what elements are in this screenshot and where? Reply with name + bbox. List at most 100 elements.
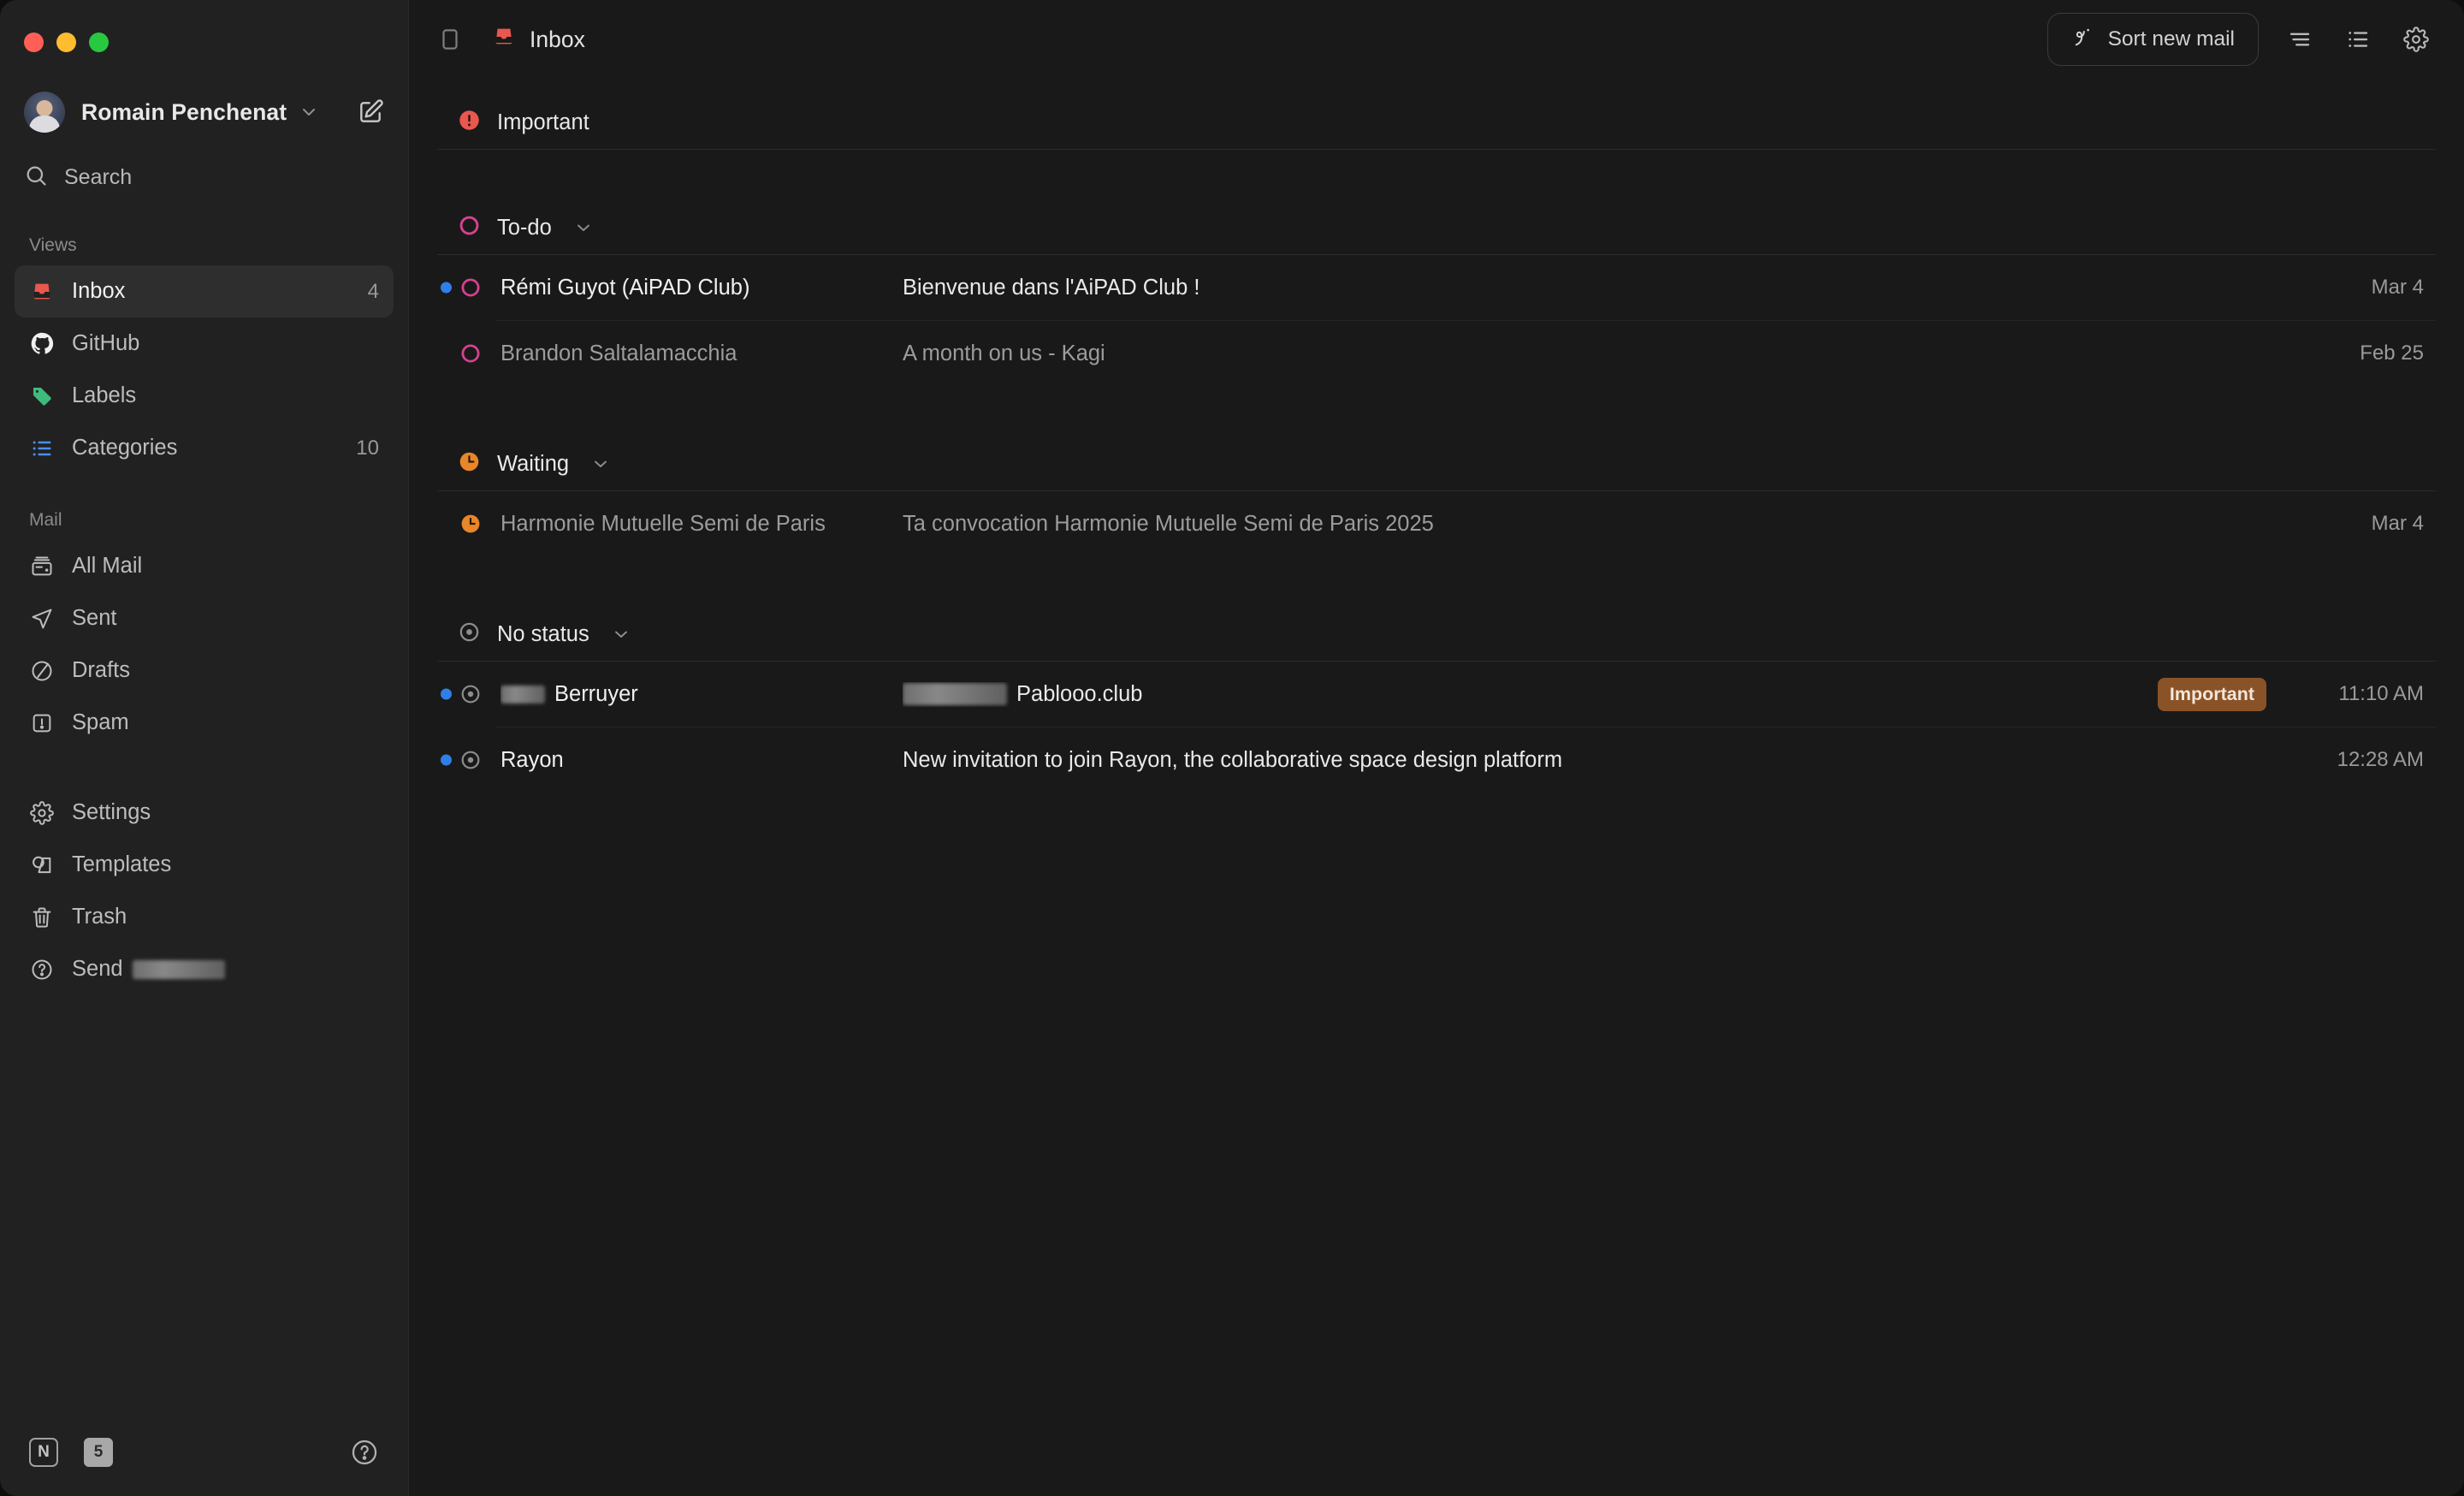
templates-icon [29, 852, 55, 878]
trash-icon [29, 905, 55, 930]
github-icon [29, 331, 55, 357]
email-sender: Berruyer [500, 682, 903, 707]
todo-circle-icon[interactable] [458, 276, 483, 299]
window-traffic-lights [0, 0, 408, 52]
group-header-todo[interactable]: To-do [437, 201, 2436, 254]
sidebar-item-spam[interactable]: Spam [15, 697, 394, 749]
group-header-waiting[interactable]: Waiting [437, 437, 2436, 490]
email-sender: Harmonie Mutuelle Semi de Paris [500, 511, 826, 536]
sidebar-footer: N 5 [0, 1438, 408, 1496]
clock-icon [458, 450, 481, 478]
compose-icon[interactable] [357, 98, 384, 126]
draft-circle-icon [29, 658, 55, 684]
chevron-down-icon[interactable] [573, 217, 594, 238]
page-title-text: Inbox [530, 26, 585, 52]
sidebar-item-templates[interactable]: Templates [15, 839, 394, 891]
sidebar-item-label: All Mail [72, 554, 143, 578]
avatar [24, 92, 65, 133]
sidebar-item-label: Send [72, 957, 225, 982]
redacted-text [132, 959, 225, 979]
group-title: No status [497, 621, 589, 646]
table-row[interactable]: Berruyer Pablooo.club Important 11:10 AM [437, 662, 2436, 727]
sidebar-item-label: Inbox [72, 279, 126, 303]
archive-icon [29, 554, 55, 579]
sidebar-item-labels[interactable]: Labels [15, 370, 394, 422]
email-subject: New invitation to join Rayon, the collab… [903, 747, 1563, 772]
target-icon[interactable] [458, 749, 483, 771]
table-row[interactable]: Harmonie Mutuelle Semi de Paris Ta convo… [437, 491, 2436, 556]
sidebar-item-label: Spam [72, 710, 129, 734]
email-sender-text: Berruyer [554, 681, 638, 706]
mail-section-label: Mail [29, 510, 62, 530]
sidebar-item-categories[interactable]: Categories 10 [15, 422, 394, 474]
sidebar-toggle-icon[interactable] [437, 27, 463, 52]
main-panel: Inbox Sort new mail Important To-do Rémi… [409, 0, 2464, 1496]
sidebar-item-drafts[interactable]: Drafts [15, 644, 394, 697]
chevron-down-icon[interactable] [590, 454, 611, 474]
group-title: To-do [497, 215, 552, 240]
table-row[interactable]: Rémi Guyot (AiPAD Club) Bienvenue dans l… [437, 255, 2436, 320]
topbar-actions: Sort new mail [2046, 13, 2433, 66]
important-circle-icon [458, 109, 481, 136]
mail-app-window: Romain Penchenat Search Views Inbox 4 Gi… [0, 0, 2464, 1496]
email-date: Mar 4 [2371, 276, 2424, 299]
sidebar-item-settings[interactable]: Settings [15, 787, 394, 839]
categories-badge: 10 [356, 436, 379, 460]
account-switcher[interactable]: Romain Penchenat [0, 88, 408, 136]
magic-wand-icon [2071, 25, 2095, 55]
sidebar-item-all-mail[interactable]: All Mail [15, 540, 394, 592]
target-icon[interactable] [458, 683, 483, 705]
count-badge[interactable]: 5 [84, 1438, 113, 1467]
email-subject-text: Pablooo.club [1016, 681, 1143, 706]
email-date: Feb 25 [2360, 341, 2424, 365]
email-sender: Rayon [500, 747, 564, 772]
unread-indicator [441, 754, 452, 766]
notion-badge[interactable]: N [29, 1438, 58, 1467]
gear-icon[interactable] [2399, 22, 2433, 56]
close-button[interactable] [24, 33, 44, 52]
help-circle-icon[interactable] [350, 1438, 379, 1467]
group-title: Waiting [497, 451, 570, 476]
sidebar-item-label: Trash [72, 905, 127, 929]
table-row[interactable]: Brandon Saltalamacchia A month on us - K… [437, 321, 2436, 386]
page-title: Inbox [492, 25, 585, 55]
sidebar-item-label: Settings [72, 800, 151, 824]
search-icon [24, 163, 48, 192]
gear-icon [29, 800, 55, 826]
sidebar-item-trash[interactable]: Trash [15, 891, 394, 943]
inbox-badge: 4 [367, 279, 379, 303]
redacted-text [903, 683, 1007, 705]
email-date: 12:28 AM [2337, 748, 2424, 771]
group-header-no-status[interactable]: No status [437, 608, 2436, 661]
sidebar-item-github[interactable]: GitHub [15, 318, 394, 370]
spam-icon [29, 710, 55, 736]
group-header-important[interactable]: Important [437, 96, 2436, 149]
sort-new-mail-button[interactable]: Sort new mail [2046, 13, 2259, 66]
filter-icon[interactable] [2283, 22, 2317, 56]
minimize-button[interactable] [56, 33, 76, 52]
sidebar-item-inbox[interactable]: Inbox 4 [15, 265, 394, 318]
sidebar: Romain Penchenat Search Views Inbox 4 Gi… [0, 0, 409, 1496]
clock-icon[interactable] [458, 513, 483, 535]
todo-circle-icon[interactable] [458, 342, 483, 365]
zoom-button[interactable] [89, 33, 109, 52]
account-name: Romain Penchenat [81, 98, 287, 125]
status-badge[interactable]: Important [2157, 677, 2266, 711]
email-subject: Bienvenue dans l'AiPAD Club ! [903, 275, 1200, 300]
list-view-icon[interactable] [2341, 22, 2375, 56]
sidebar-item-label: Templates [72, 852, 172, 876]
paper-plane-icon [29, 606, 55, 632]
unread-indicator [441, 282, 452, 294]
search-placeholder: Search [64, 164, 133, 189]
chevron-down-icon[interactable] [299, 102, 319, 122]
email-date: Mar 4 [2371, 512, 2424, 535]
search-input[interactable]: Search [0, 155, 408, 199]
table-row[interactable]: Rayon New invitation to join Rayon, the … [437, 727, 2436, 793]
chevron-down-icon[interactable] [611, 624, 631, 644]
sidebar-item-send-feedback[interactable]: Send [15, 943, 394, 995]
email-date: 11:10 AM [2338, 682, 2424, 705]
sidebar-item-sent[interactable]: Sent [15, 592, 394, 644]
